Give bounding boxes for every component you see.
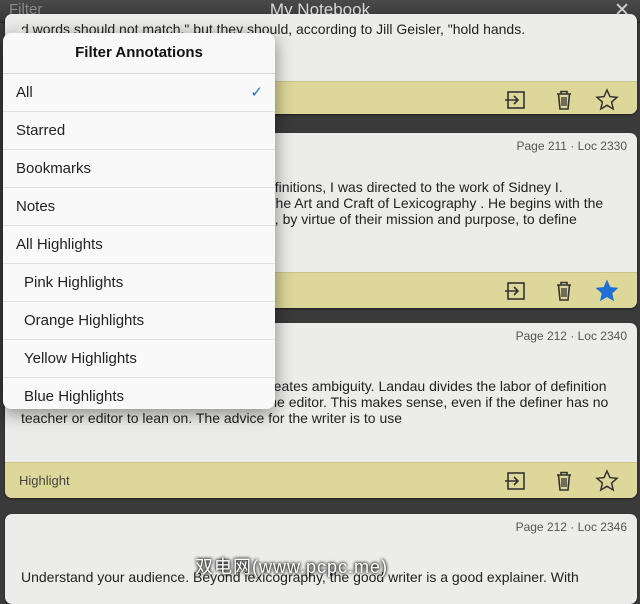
filter-option-starred[interactable]: Starred (3, 112, 275, 150)
filter-option-all[interactable]: All ✓ (3, 74, 275, 112)
star-icon[interactable] (595, 88, 619, 112)
filter-annotations-popover: Filter Annotations All ✓ Starred Bookmar… (3, 33, 275, 409)
filter-option-orange-highlights[interactable]: Orange Highlights (3, 302, 275, 340)
page-location: Page 211 · Loc 2330 (516, 139, 627, 153)
watermark: 双电网(www.pcpc.me) (195, 557, 389, 577)
highlight-label: Highlight (19, 473, 70, 488)
filter-option-label: Blue Highlights (24, 388, 125, 405)
filter-option-label: Notes (16, 198, 56, 215)
filter-option-notes[interactable]: Notes (3, 188, 275, 226)
star-filled-icon[interactable] (595, 279, 619, 303)
filter-option-pink-highlights[interactable]: Pink Highlights (3, 264, 275, 302)
trash-icon[interactable] (552, 469, 576, 493)
trash-icon[interactable] (552, 88, 576, 112)
popover-title: Filter Annotations (3, 33, 275, 74)
annotation-action-bar: Highlight (5, 462, 637, 498)
filter-option-bookmarks[interactable]: Bookmarks (3, 150, 275, 188)
filter-option-all-highlights[interactable]: All Highlights (3, 226, 275, 264)
trash-icon[interactable] (552, 279, 576, 303)
filter-option-blue-highlights[interactable]: Blue Highlights (3, 378, 275, 409)
checkmark-icon: ✓ (250, 84, 263, 101)
filter-option-label: Starred (16, 122, 66, 139)
annotation-text: efinitions, I was directed to the work o… (267, 179, 604, 227)
export-icon[interactable] (504, 279, 528, 303)
filter-option-label: All Highlights (16, 236, 103, 253)
page-location: Page 212 · Loc 2346 (515, 520, 627, 534)
page-location: Page 212 · Loc 2340 (515, 329, 627, 343)
export-icon[interactable] (504, 88, 528, 112)
filter-option-label: Orange Highlights (24, 312, 145, 329)
filter-option-yellow-highlights[interactable]: Yellow Highlights (3, 340, 275, 378)
filter-option-label: Bookmarks (16, 160, 92, 177)
annotation-text-line1: reates ambiguity. Landau divides the lab… (269, 378, 607, 394)
filter-option-label: All (16, 84, 33, 101)
export-icon[interactable] (504, 469, 528, 493)
filter-option-label: Yellow Highlights (24, 350, 137, 367)
star-icon[interactable] (595, 469, 619, 493)
filter-option-label: Pink Highlights (24, 274, 124, 291)
